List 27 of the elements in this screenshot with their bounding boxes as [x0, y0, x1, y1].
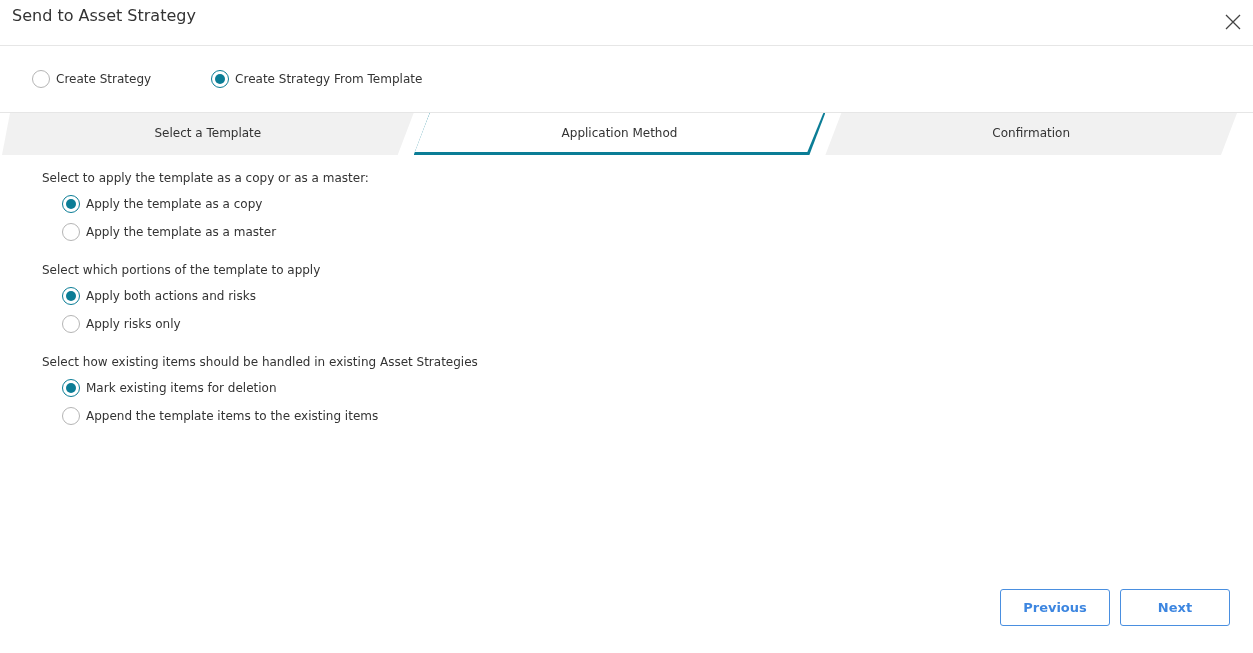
- window-title: Send to Asset Strategy: [12, 6, 196, 25]
- group-prompt: Select which portions of the template to apply: [42, 263, 322, 277]
- radio-label: Append the template items to the existing items: [86, 409, 379, 423]
- next-button[interactable]: Next: [1120, 589, 1230, 626]
- radio-option[interactable]: Apply both actions and risks: [62, 287, 1211, 305]
- step-tab[interactable]: Confirmation: [825, 113, 1237, 155]
- radio-label: Create Strategy: [56, 72, 152, 86]
- step-tab[interactable]: Select a Template: [2, 113, 414, 155]
- group-prompt: Select how existing items should be handled in existing Asset Strategies: [42, 355, 479, 369]
- radio-label: Apply risks only: [86, 317, 181, 331]
- radio-option[interactable]: Mark existing items for deletion: [62, 379, 1211, 397]
- radio-option[interactable]: Append the template items to the existing items: [62, 407, 1211, 425]
- radio-label: Create Strategy From Template: [235, 72, 423, 86]
- step-tab[interactable]: Application Method: [413, 113, 826, 155]
- radio-label: Apply the template as a master: [86, 225, 277, 239]
- radio-label: Apply the template as a copy: [86, 197, 263, 211]
- previous-button[interactable]: Previous: [1000, 589, 1110, 626]
- close-button[interactable]: [1225, 14, 1241, 30]
- radio-option[interactable]: Apply the template as a copy: [62, 195, 1211, 213]
- radio-label: Apply both actions and risks: [86, 289, 256, 303]
- radio-option[interactable]: Create Strategy: [32, 70, 152, 88]
- radio-option[interactable]: Apply risks only: [62, 315, 1211, 333]
- radio-option[interactable]: Apply the template as a master: [62, 223, 1211, 241]
- radio-option[interactable]: Create Strategy From Template: [211, 70, 423, 88]
- group-prompt: Select to apply the template as a copy or as a master:: [42, 171, 370, 185]
- close-icon: [1225, 14, 1241, 30]
- radio-label: Mark existing items for deletion: [86, 381, 277, 395]
